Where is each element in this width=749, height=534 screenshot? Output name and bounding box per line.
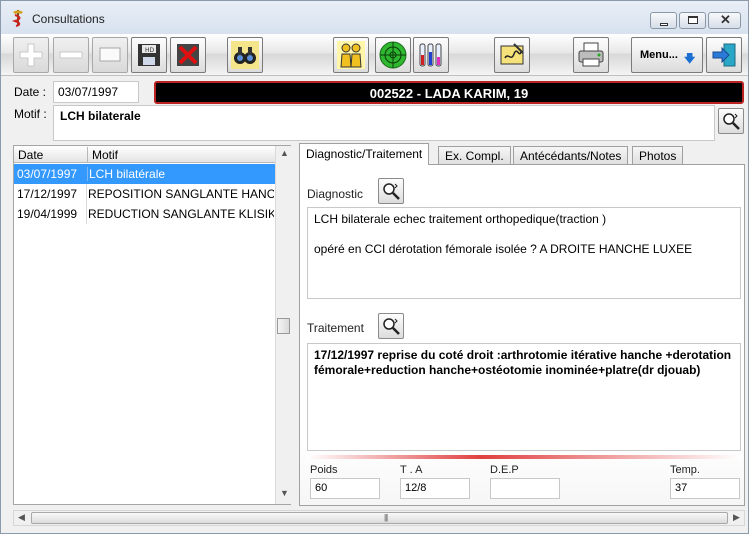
blank-icon — [99, 47, 121, 62]
close-button[interactable]: ✕ — [708, 12, 741, 29]
menu-label: Menu... — [640, 49, 678, 61]
binoculars-icon — [231, 41, 259, 69]
list-vertical-scrollbar[interactable]: ▲ ▼ — [275, 146, 291, 504]
printer-icon — [578, 42, 604, 67]
save-button[interactable]: HD — [131, 37, 167, 73]
column-date-header[interactable]: Date — [18, 148, 43, 162]
table-row[interactable]: 03/07/1997 LCH bilatérale — [14, 164, 275, 184]
tab-diagnostic-traitement[interactable]: Diagnostic/Traitement — [299, 143, 430, 165]
consultations-window: Consultations ✕ HD Menu... 🡇 Date: 03/0… — [0, 0, 749, 534]
consultation-list: Date Motif 03/07/1997 LCH bilatérale 17/… — [13, 145, 291, 505]
remove-icon — [59, 51, 83, 59]
radar-icon — [379, 41, 407, 69]
poids-label: Poids — [310, 464, 338, 476]
scroll-thumb[interactable] — [277, 318, 290, 334]
row-date: 19/04/1999 — [17, 207, 78, 221]
ta-label: T . A — [400, 464, 423, 476]
ta-field[interactable]: 12/8 — [400, 478, 470, 499]
tab-antecedants-notes[interactable]: Antécédants/Notes — [513, 146, 629, 165]
grip-icon: ||| — [384, 513, 388, 522]
traitement-textarea[interactable]: 17/12/1997 reprise du coté droit :arthro… — [307, 343, 741, 451]
scroll-up-icon[interactable]: ▲ — [280, 148, 289, 158]
window-title: Consultations — [32, 12, 105, 26]
table-row[interactable]: 17/12/1997 REPOSITION SANGLANTE HANCHE — [14, 184, 275, 204]
table-row[interactable]: 19/04/1999 REDUCTION SANGLANTE KLISIKI — [14, 204, 275, 224]
maximize-button[interactable] — [679, 12, 706, 29]
add-button[interactable] — [13, 37, 49, 73]
tab-photos[interactable]: Photos — [632, 146, 684, 165]
diagnostic-textarea[interactable]: LCH bilaterale echec traitement orthoped… — [307, 207, 741, 299]
title-bar[interactable]: Consultations ✕ — [1, 1, 748, 34]
svg-text:HD: HD — [145, 47, 155, 54]
edit-button[interactable] — [92, 37, 128, 73]
patient-banner: 002522 - LADA KARIM, 19 — [154, 81, 744, 104]
motif-search-button[interactable] — [718, 108, 744, 134]
row-date: 17/12/1997 — [17, 187, 78, 201]
magnifier-icon — [383, 318, 400, 335]
toolbar: HD Menu... 🡇 — [1, 34, 748, 76]
temp-label: Temp. — [670, 464, 700, 476]
magnifier-icon — [723, 113, 740, 130]
dep-field[interactable] — [490, 478, 560, 499]
persons-icon — [337, 41, 365, 69]
dep-label: D.E.P — [490, 464, 519, 476]
delete-button[interactable] — [170, 37, 206, 73]
test-tubes-icon — [419, 43, 442, 67]
row-date: 03/07/1997 — [17, 167, 78, 181]
magnifier-icon — [383, 183, 400, 200]
save-disk-icon: HD — [138, 44, 160, 66]
traitement-label: Traitement — [307, 321, 364, 335]
patients-button[interactable] — [333, 37, 369, 73]
signature-button[interactable] — [494, 37, 530, 73]
menu-arrow-icon: 🡇 — [684, 53, 696, 65]
traitement-search-button[interactable] — [378, 313, 404, 339]
scroll-down-icon[interactable]: ▼ — [280, 488, 289, 498]
print-button[interactable] — [573, 37, 609, 73]
row-motif: REDUCTION SANGLANTE KLISIKI — [88, 207, 274, 221]
diagnostic-line: opéré en CCI dérotation fémorale isolée … — [314, 242, 693, 256]
remove-button[interactable] — [53, 37, 89, 73]
scroll-left-icon[interactable]: ◀ — [18, 512, 25, 523]
scroll-thumb[interactable]: ||| — [31, 512, 728, 524]
row-motif: LCH bilatérale — [87, 167, 274, 181]
tab-ex-compl[interactable]: Ex. Compl. — [438, 146, 511, 165]
caduceus-icon — [11, 10, 23, 27]
diagnostic-line: LCH bilaterale echec traitement orthoped… — [314, 212, 607, 226]
close-icon: ✕ — [720, 12, 731, 27]
minimize-button[interactable] — [650, 12, 677, 29]
row-motif: REPOSITION SANGLANTE HANCHE — [88, 187, 274, 201]
menu-button[interactable]: Menu... 🡇 — [631, 37, 703, 73]
maximize-icon — [688, 16, 698, 24]
radar-button[interactable] — [375, 37, 411, 73]
separator-bar — [307, 455, 741, 459]
horizontal-scrollbar[interactable]: ◀ ||| ▶ — [13, 510, 745, 526]
exit-button[interactable] — [706, 37, 742, 73]
list-header: Date Motif — [14, 146, 275, 163]
column-motif-header[interactable]: Motif — [87, 147, 118, 162]
search-binoculars-button[interactable] — [227, 37, 263, 73]
temp-field[interactable]: 37 — [670, 478, 740, 499]
exit-icon — [712, 43, 736, 67]
add-icon — [19, 43, 43, 67]
diagnostic-label: Diagnostic — [307, 187, 364, 201]
lab-tests-button[interactable] — [413, 37, 449, 73]
motif-field[interactable]: LCH bilaterale — [53, 105, 715, 141]
date-label: Date : — [14, 85, 47, 99]
delete-x-icon — [177, 44, 199, 66]
poids-field[interactable]: 60 — [310, 478, 380, 499]
motif-label: Motif : — [14, 107, 47, 121]
minimize-icon — [660, 23, 668, 26]
scroll-right-icon[interactable]: ▶ — [733, 512, 740, 523]
date-field[interactable]: 03/07/1997 — [53, 81, 139, 103]
signature-icon — [500, 43, 524, 65]
diagnostic-search-button[interactable] — [378, 178, 404, 204]
